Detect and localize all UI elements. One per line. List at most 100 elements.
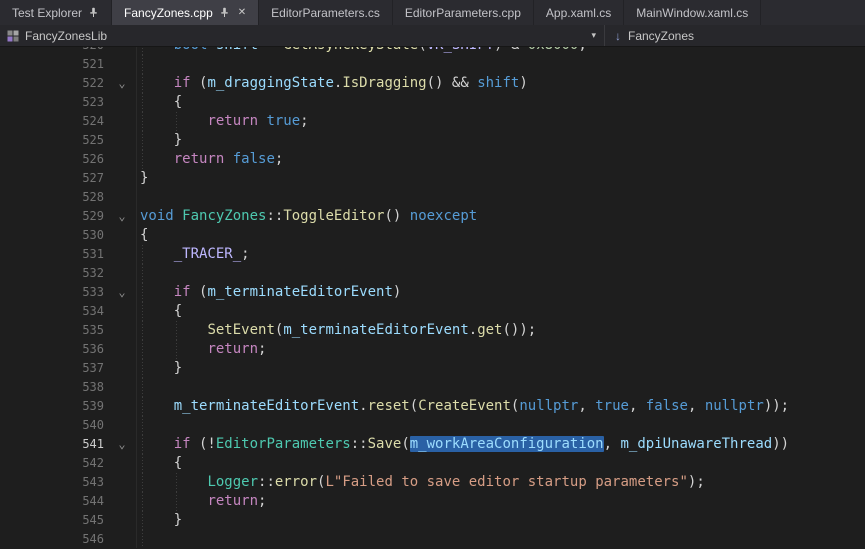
tab-label: App.xaml.cs bbox=[546, 6, 611, 20]
code-text[interactable]: { bbox=[140, 302, 865, 321]
code-text[interactable]: return true; bbox=[140, 112, 865, 131]
fold-chevron-icon[interactable]: ⌄ bbox=[104, 283, 140, 302]
indent-guide bbox=[142, 359, 143, 378]
project-label: FancyZonesLib bbox=[25, 29, 107, 43]
code-line-521: 521 bbox=[0, 55, 865, 74]
indent-guide bbox=[142, 511, 143, 530]
line-number: 528 bbox=[0, 188, 104, 207]
tab-mainwindow-xaml-cs[interactable]: MainWindow.xaml.cs bbox=[624, 0, 761, 25]
fold-margin bbox=[104, 416, 140, 435]
fold-margin bbox=[104, 112, 140, 131]
tab-app-xaml-cs[interactable]: App.xaml.cs bbox=[534, 0, 624, 25]
code-line-525: 525 } bbox=[0, 131, 865, 150]
fold-chevron-icon[interactable]: ⌄ bbox=[104, 74, 140, 93]
chevron-down-icon[interactable]: ▾ bbox=[591, 30, 596, 41]
code-line-534: 534 { bbox=[0, 302, 865, 321]
line-number: 536 bbox=[0, 340, 104, 359]
pin-icon[interactable] bbox=[219, 7, 230, 18]
code-text[interactable] bbox=[140, 264, 865, 283]
indent-guide bbox=[142, 340, 143, 359]
code-text[interactable]: { bbox=[140, 454, 865, 473]
tab-editorparameters-cs[interactable]: EditorParameters.cs bbox=[259, 0, 393, 25]
code-text[interactable] bbox=[140, 188, 865, 207]
fold-margin bbox=[104, 321, 140, 340]
code-text[interactable] bbox=[140, 55, 865, 74]
fold-chevron-icon[interactable]: ⌄ bbox=[104, 435, 140, 454]
indent-guide bbox=[142, 492, 143, 511]
line-number: 520 bbox=[0, 47, 104, 55]
fold-chevron-icon[interactable]: ⌄ bbox=[104, 207, 140, 226]
code-text[interactable] bbox=[140, 378, 865, 397]
fold-margin bbox=[104, 188, 140, 207]
close-icon[interactable]: ✕ bbox=[236, 7, 246, 18]
indent-guide bbox=[176, 492, 177, 511]
code-editor[interactable]: 520 bool shift = GetAsyncKeyState(VK_SHI… bbox=[0, 47, 865, 548]
indent-guide bbox=[142, 378, 143, 397]
fold-margin bbox=[104, 378, 140, 397]
fold-margin bbox=[104, 47, 140, 55]
code-text[interactable]: } bbox=[140, 511, 865, 530]
indent-guide bbox=[142, 397, 143, 416]
code-line-544: 544 return; bbox=[0, 492, 865, 511]
tab-fancyzones-cpp[interactable]: FancyZones.cpp ✕ bbox=[112, 0, 259, 25]
indent-guide bbox=[142, 245, 143, 264]
line-number: 532 bbox=[0, 264, 104, 283]
code-text[interactable]: } bbox=[140, 131, 865, 150]
line-number: 534 bbox=[0, 302, 104, 321]
code-line-530: 530 { bbox=[0, 226, 865, 245]
project-dropdown[interactable]: FancyZonesLib ▾ bbox=[0, 25, 604, 46]
line-number: 527 bbox=[0, 169, 104, 188]
line-number: 544 bbox=[0, 492, 104, 511]
code-line-524: 524 return true; bbox=[0, 112, 865, 131]
code-text[interactable]: return; bbox=[140, 340, 865, 359]
code-text[interactable] bbox=[140, 416, 865, 435]
code-text[interactable]: SetEvent(m_terminateEditorEvent.get()); bbox=[140, 321, 865, 340]
code-text[interactable]: if (m_draggingState.IsDragging() && shif… bbox=[140, 74, 865, 93]
code-text[interactable]: return false; bbox=[140, 150, 865, 169]
indent-guide bbox=[142, 264, 143, 283]
code-text[interactable]: if (!EditorParameters::Save(m_workAreaCo… bbox=[140, 435, 865, 454]
code-text[interactable]: { bbox=[140, 93, 865, 112]
member-dropdown[interactable]: ↓ FancyZones bbox=[605, 25, 704, 46]
indent-guide bbox=[176, 473, 177, 492]
tab-editorparameters-cpp[interactable]: EditorParameters.cpp bbox=[393, 0, 534, 25]
line-number: 545 bbox=[0, 511, 104, 530]
code-text[interactable]: } bbox=[140, 359, 865, 378]
code-text[interactable]: } bbox=[140, 169, 865, 188]
line-number: 543 bbox=[0, 473, 104, 492]
pin-icon[interactable] bbox=[88, 7, 99, 18]
line-number: 530 bbox=[0, 226, 104, 245]
line-number: 525 bbox=[0, 131, 104, 150]
code-line-528: 528 bbox=[0, 188, 865, 207]
code-text[interactable]: return; bbox=[140, 492, 865, 511]
code-text[interactable]: void FancyZones::ToggleEditor() noexcept bbox=[140, 207, 865, 226]
code-text[interactable] bbox=[140, 530, 865, 548]
code-text[interactable]: if (m_terminateEditorEvent) bbox=[140, 283, 865, 302]
indent-guide bbox=[142, 47, 143, 55]
code-text[interactable]: _TRACER_; bbox=[140, 245, 865, 264]
line-number: 539 bbox=[0, 397, 104, 416]
tab-test-explorer[interactable]: Test Explorer bbox=[0, 0, 112, 25]
tab-label: FancyZones.cpp bbox=[124, 6, 213, 20]
code-text[interactable]: bool shift = GetAsyncKeyState(VK_SHIFT) … bbox=[140, 47, 865, 55]
fold-margin bbox=[104, 302, 140, 321]
line-number: 538 bbox=[0, 378, 104, 397]
line-number: 521 bbox=[0, 55, 104, 74]
fold-margin bbox=[104, 55, 140, 74]
line-number: 540 bbox=[0, 416, 104, 435]
code-line-535: 535 SetEvent(m_terminateEditorEvent.get(… bbox=[0, 321, 865, 340]
code-text[interactable]: Logger::error(L"Failed to save editor st… bbox=[140, 473, 865, 492]
code-text[interactable]: m_terminateEditorEvent.reset(CreateEvent… bbox=[140, 397, 865, 416]
line-number: 529 bbox=[0, 207, 104, 226]
indent-guide bbox=[142, 55, 143, 74]
code-text[interactable]: { bbox=[140, 226, 865, 245]
indent-guide bbox=[142, 302, 143, 321]
fold-margin bbox=[104, 454, 140, 473]
code-line-543: 543 Logger::error(L"Failed to save edito… bbox=[0, 473, 865, 492]
line-number: 546 bbox=[0, 530, 104, 548]
code-line-532: 532 bbox=[0, 264, 865, 283]
tab-label: MainWindow.xaml.cs bbox=[636, 6, 748, 20]
fold-margin bbox=[104, 530, 140, 548]
line-number: 526 bbox=[0, 150, 104, 169]
fold-margin bbox=[104, 93, 140, 112]
